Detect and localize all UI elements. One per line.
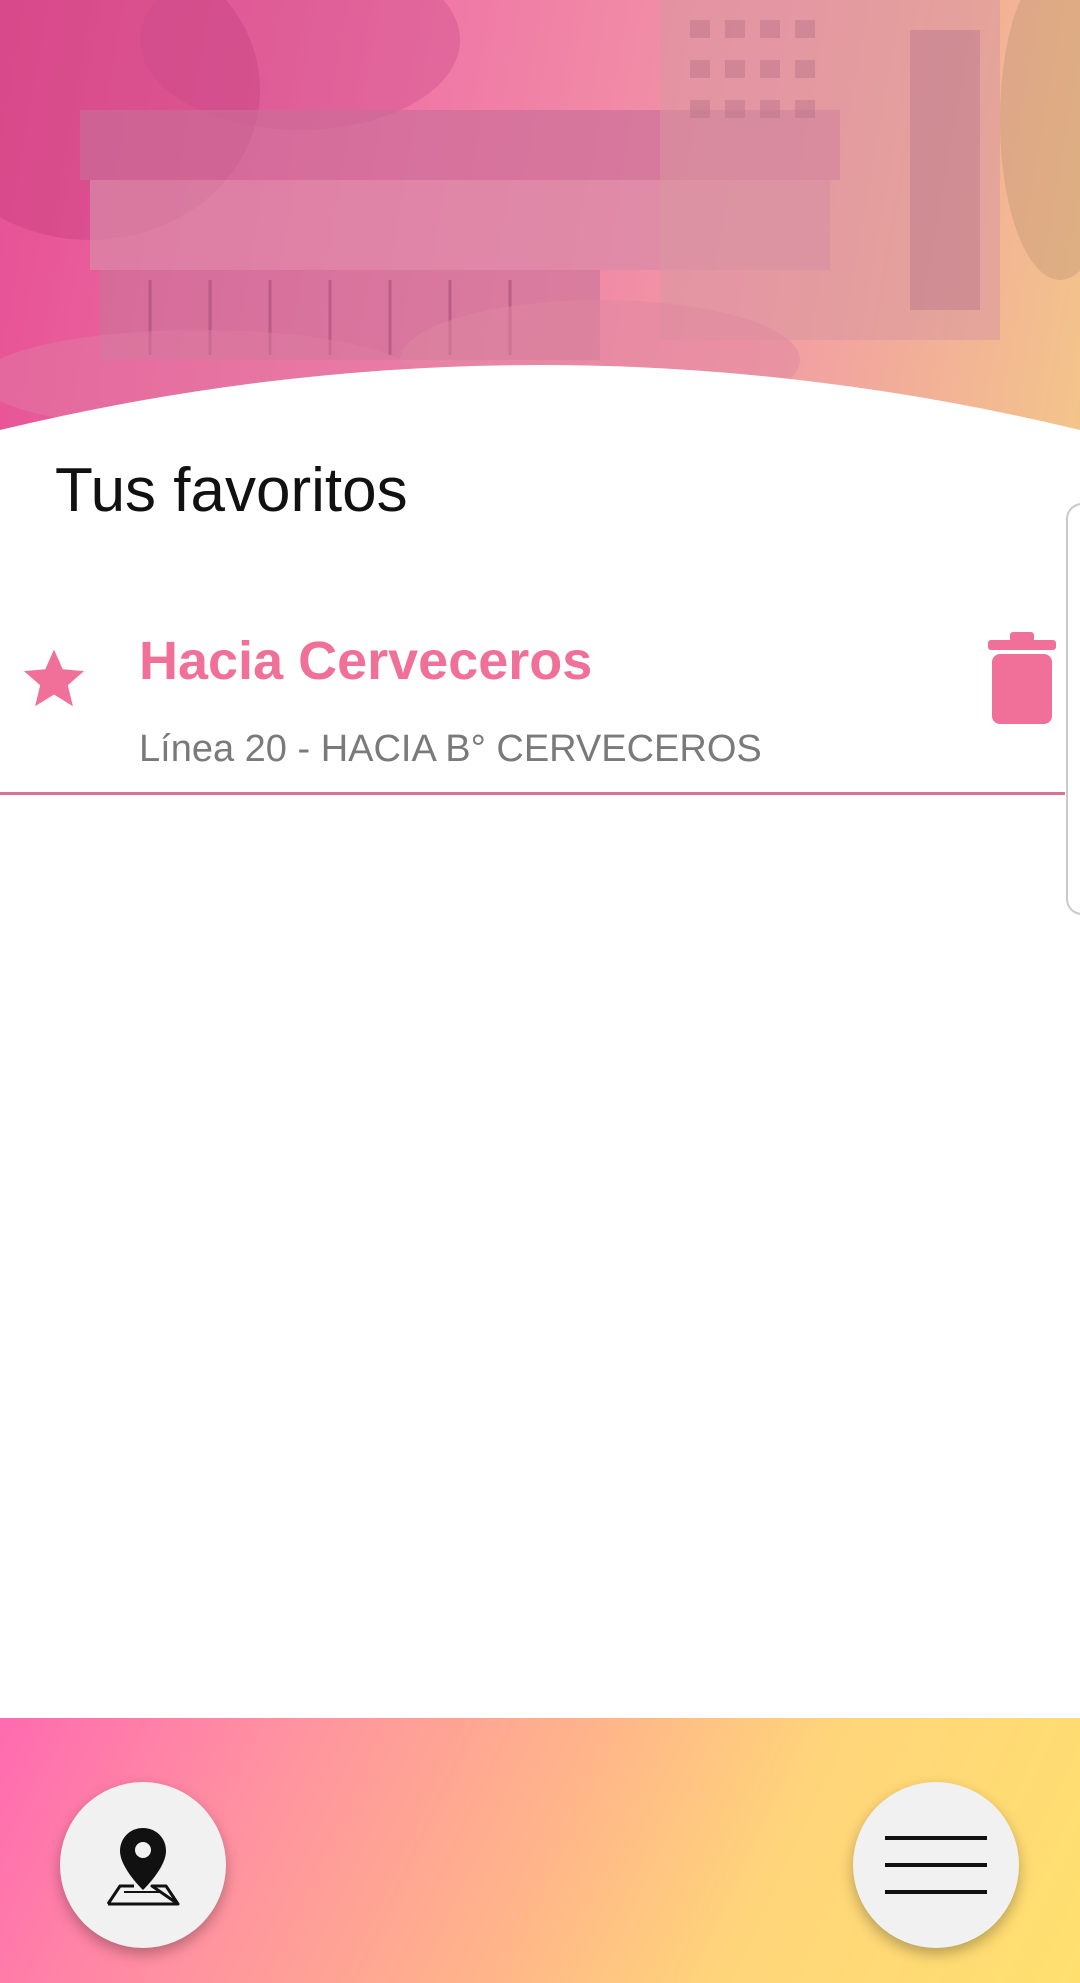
favorite-item[interactable]: Hacia Cerveceros Línea 20 - HACIA B° CER… — [0, 600, 1065, 795]
map-button[interactable] — [60, 1782, 226, 1948]
menu-button[interactable] — [853, 1782, 1019, 1948]
star-icon — [24, 649, 84, 707]
building-photo — [0, 0, 1080, 440]
page-title: Tus favoritos — [55, 456, 408, 525]
favorite-name: Hacia Cerveceros — [139, 631, 593, 691]
trash-icon[interactable] — [982, 630, 1062, 726]
hamburger-menu-icon — [885, 1836, 987, 1894]
side-drawer-handle[interactable] — [1066, 503, 1080, 915]
map-pin-icon — [106, 1828, 180, 1906]
favorites-screen: Tus favoritos Hacia Cerveceros Línea 20 … — [0, 0, 1080, 1983]
favorite-line: Línea 20 - HACIA B° CERVECEROS — [139, 728, 762, 770]
header-image — [0, 0, 1080, 440]
